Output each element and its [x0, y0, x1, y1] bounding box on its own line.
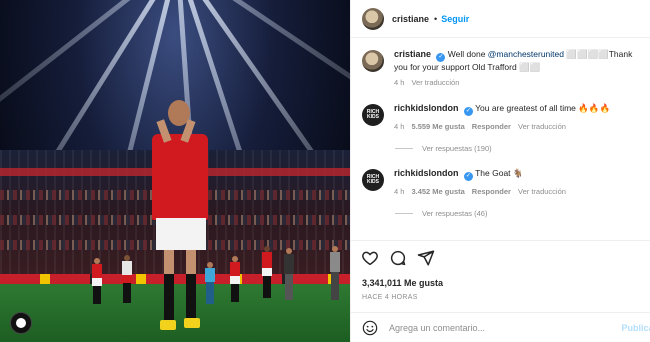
background-player [92, 258, 102, 304]
author-avatar[interactable] [362, 7, 384, 30]
commenter-avatar[interactable] [362, 50, 384, 72]
publish-button[interactable]: Publicar [621, 323, 650, 333]
list-item: RICH KIDS richkidslondon ✓ The Goat 🐐 4 … [362, 168, 647, 197]
comment-time[interactable]: 4 h [394, 186, 404, 197]
translate-button[interactable]: Ver traducción [518, 186, 566, 197]
translate-button[interactable]: Ver traducción [518, 121, 566, 132]
comment-text: You are greatest of all time 🔥🔥🔥 [475, 103, 611, 113]
likes-count[interactable]: 3,341,011 Me gusta [362, 278, 443, 288]
comments-list: cristiane ✓ Well done @manchesterunited … [351, 39, 650, 239]
comment-text: Well done [447, 49, 488, 59]
share-icon[interactable] [417, 249, 435, 267]
verified-icon: ✓ [436, 53, 446, 62]
reply-button[interactable]: Responder [472, 186, 511, 197]
background-person [330, 246, 340, 300]
comment-input[interactable]: Agrega un comentario... [389, 323, 650, 333]
view-replies-button[interactable]: Ver respuestas (190) [395, 144, 492, 153]
translate-button[interactable]: Ver traducción [411, 77, 459, 88]
comment-likes[interactable]: 5.559 Me gusta [411, 121, 464, 132]
post-sidebar: cristiane • Seguir cristiane ✓ Well done… [350, 0, 650, 342]
commenter-avatar[interactable]: RICH KIDS [362, 169, 384, 191]
comment-likes[interactable]: 3.452 Me gusta [411, 186, 464, 197]
separator-dot: • [434, 13, 438, 24]
background-person [284, 248, 294, 300]
comment-time[interactable]: 4 h [394, 77, 404, 88]
background-player [262, 246, 272, 298]
verified-icon: ✓ [463, 107, 473, 116]
background-player [122, 255, 132, 303]
add-comment-bar: Agrega un comentario... Publicar [351, 312, 650, 342]
emoji-icon[interactable] [362, 320, 378, 336]
post-timestamp[interactable]: HACE 4 HORAS [362, 294, 418, 301]
view-replies-button[interactable]: Ver respuestas (46) [395, 209, 487, 218]
mention-link[interactable]: @manchesterunited [488, 49, 564, 59]
follow-button[interactable]: Seguir [441, 14, 469, 24]
list-item: RICH KIDS richkidslondon ✓ You are great… [362, 103, 647, 132]
heart-icon[interactable] [361, 249, 379, 267]
caption-comment: cristiane ✓ Well done @manchesterunited … [362, 49, 647, 88]
verified-icon: ✓ [463, 172, 473, 181]
commenter-username[interactable]: richkidslondon [394, 103, 459, 113]
author-username[interactable]: cristiane [392, 14, 429, 24]
comment-icon[interactable] [389, 249, 407, 267]
tagged-users-icon[interactable] [10, 312, 32, 334]
main-player [150, 100, 212, 340]
commenter-username[interactable]: cristiane [394, 49, 431, 59]
commenter-username[interactable]: richkidslondon [394, 168, 459, 178]
comment-time[interactable]: 4 h [394, 121, 404, 132]
commenter-avatar[interactable]: RICH KIDS [362, 104, 384, 126]
comment-text: The Goat 🐐 [475, 168, 524, 178]
post-actions: 3,341,011 Me gusta HACE 4 HORAS [351, 240, 650, 312]
post-image[interactable] [0, 0, 350, 342]
background-player [230, 256, 240, 302]
reply-button[interactable]: Responder [472, 121, 511, 132]
post-header: cristiane • Seguir [351, 0, 650, 38]
